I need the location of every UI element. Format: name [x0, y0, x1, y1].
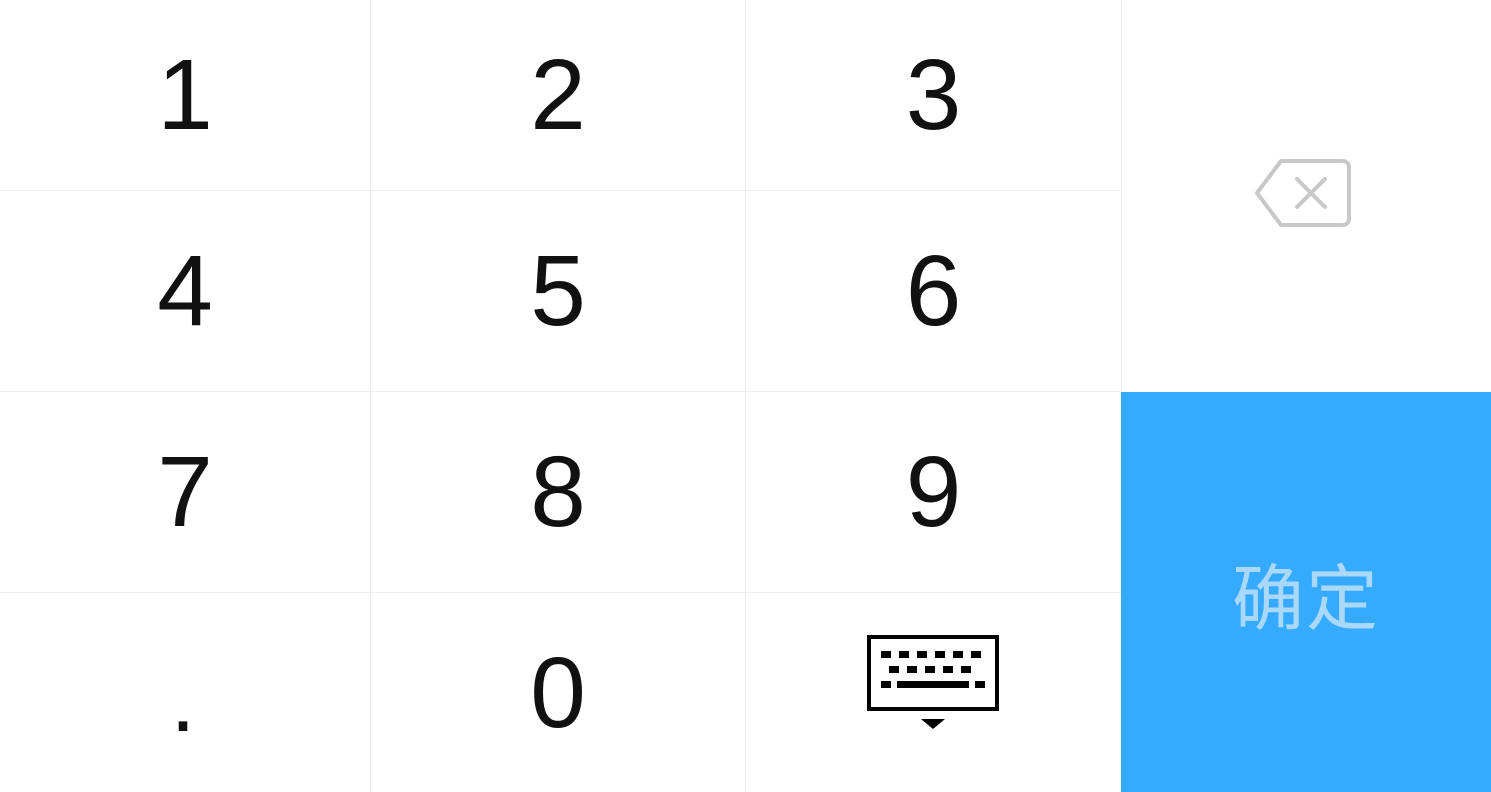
- backspace-button[interactable]: [1121, 0, 1491, 392]
- confirm-button-label: 确定: [1231, 556, 1380, 641]
- key-4-label: 4: [157, 235, 213, 347]
- confirm-button[interactable]: 确定: [1121, 392, 1491, 792]
- key-5[interactable]: 5: [371, 191, 746, 392]
- key-1-label: 1: [157, 39, 213, 151]
- key-7[interactable]: 7: [0, 392, 371, 593]
- key-9-label: 9: [905, 436, 962, 548]
- key-0[interactable]: 0: [371, 593, 746, 792]
- key-decimal-point-label: .: [170, 650, 196, 751]
- key-3[interactable]: 3: [746, 0, 1121, 191]
- key-0-label: 0: [530, 636, 586, 749]
- keyboard-hide-icon: [866, 634, 1001, 759]
- key-6-label: 6: [905, 235, 962, 347]
- key-4[interactable]: 4: [0, 191, 371, 392]
- hide-keyboard-button[interactable]: [746, 593, 1121, 792]
- numeric-keypad: 1 2 3 4 5 6 7 8 9 . 0 确定: [0, 0, 1491, 792]
- key-1[interactable]: 1: [0, 0, 371, 191]
- key-3-label: 3: [905, 39, 962, 151]
- backspace-icon: [1253, 138, 1353, 253]
- key-5-label: 5: [530, 235, 586, 347]
- key-decimal-point[interactable]: .: [0, 593, 371, 792]
- key-9[interactable]: 9: [746, 392, 1121, 593]
- key-8-label: 8: [530, 436, 586, 548]
- key-6[interactable]: 6: [746, 191, 1121, 392]
- key-8[interactable]: 8: [371, 392, 746, 593]
- key-2-label: 2: [530, 39, 586, 151]
- key-7-label: 7: [157, 436, 213, 548]
- key-2[interactable]: 2: [371, 0, 746, 191]
